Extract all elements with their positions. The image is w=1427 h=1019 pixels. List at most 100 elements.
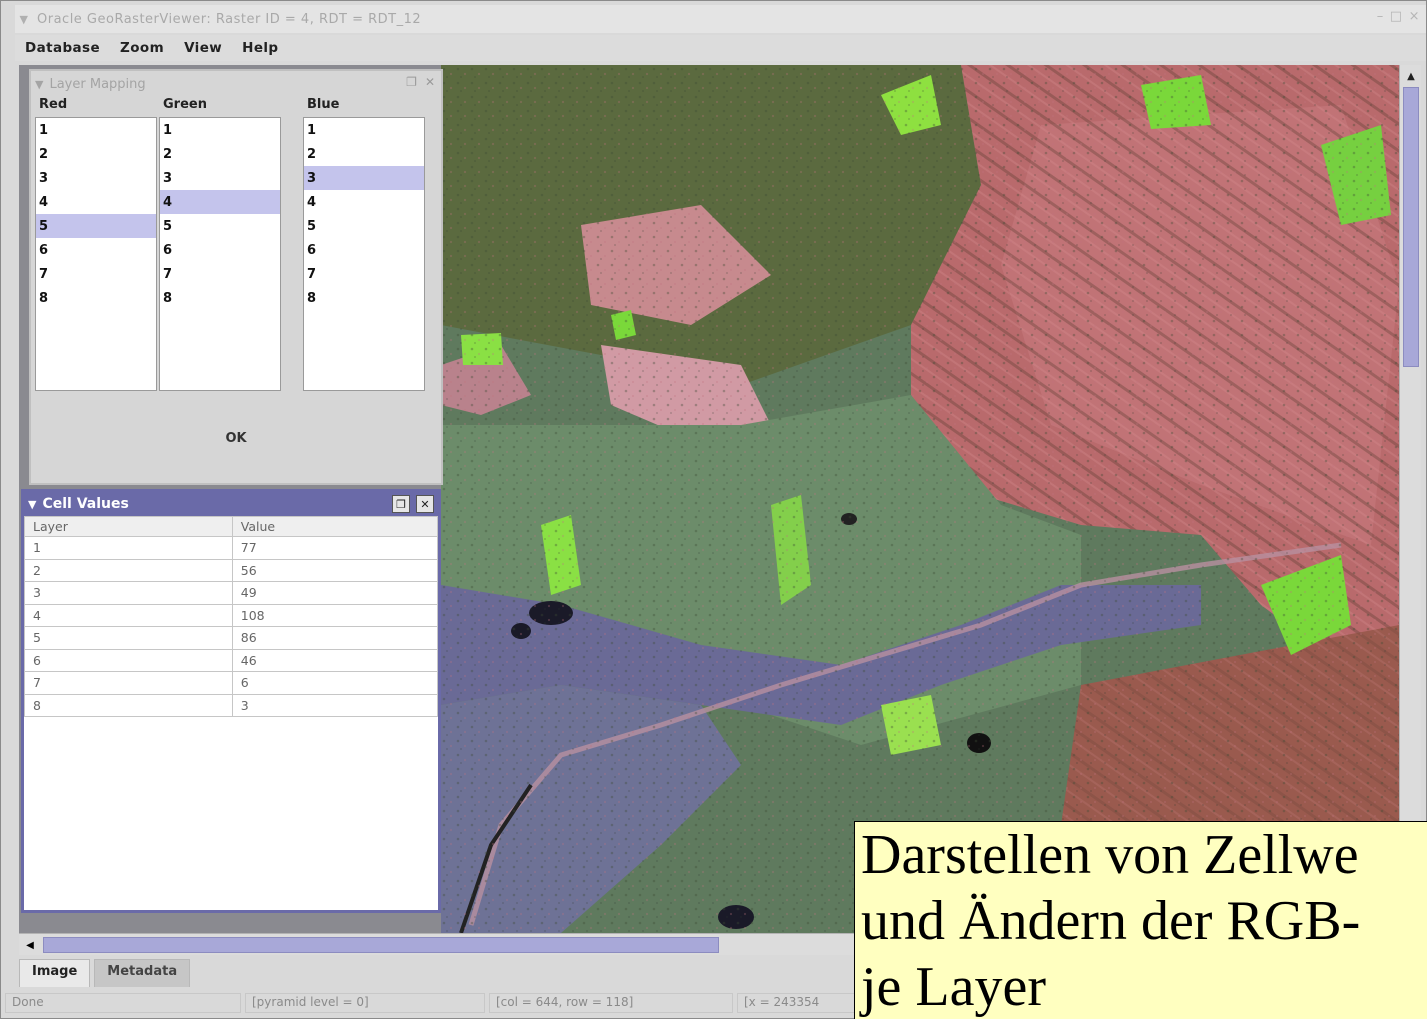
status-bar: Done [pyramid level = 0] [col = 644, row…: [5, 991, 855, 1015]
title-bar: ▼ Oracle GeoRasterViewer: Raster ID = 4,…: [15, 5, 1426, 33]
window-menu-chevron-icon[interactable]: ▼: [15, 10, 33, 28]
list-item[interactable]: 2: [160, 142, 280, 166]
horizontal-scroll-thumb[interactable]: [43, 937, 719, 953]
maximize-button[interactable]: □: [1390, 9, 1403, 24]
list-item[interactable]: 2: [36, 142, 156, 166]
cell-values-title: Cell Values: [42, 496, 129, 512]
red-header: Red: [39, 97, 68, 112]
list-item[interactable]: 2: [304, 142, 424, 166]
value-cell: 49: [231, 581, 439, 605]
tab-image[interactable]: Image: [19, 959, 91, 987]
list-item[interactable]: 4: [304, 190, 424, 214]
scroll-up-arrow-icon[interactable]: ▲: [1400, 65, 1422, 87]
green-band-list[interactable]: 12345678: [159, 117, 281, 391]
table-row: 5 86: [24, 626, 439, 650]
close-icon[interactable]: ✕: [416, 495, 434, 513]
satellite-raster-image[interactable]: [441, 65, 1399, 933]
value-cell: 6: [231, 671, 439, 695]
close-icon[interactable]: ✕: [425, 75, 435, 89]
blue-band-list[interactable]: 12345678: [303, 117, 425, 391]
layer-cell: 3: [24, 581, 233, 605]
menu-zoom[interactable]: Zoom: [110, 40, 174, 56]
table-row: 76: [24, 671, 439, 695]
pyramid-level-readout: [pyramid level = 0]: [245, 993, 485, 1013]
layer-mapping-frame-controls: ❐ ✕: [406, 75, 435, 89]
list-item[interactable]: 1: [36, 118, 156, 142]
vertical-scrollbar[interactable]: ▲: [1399, 65, 1421, 933]
status-text: Done: [5, 993, 241, 1013]
value-cell: 46: [231, 648, 439, 672]
layer-cell: 1: [24, 536, 233, 560]
value-cell: 56: [231, 558, 439, 582]
layer-mapping-title: Layer Mapping: [49, 76, 146, 92]
restore-icon[interactable]: ❐: [392, 495, 410, 513]
cell-values-title-bar[interactable]: ▼ Cell Values: [24, 492, 438, 516]
caption-line: Darstellen von Zellwe: [861, 824, 1359, 886]
list-item[interactable]: 8: [160, 286, 280, 310]
frame-menu-chevron-icon[interactable]: ▼: [35, 78, 43, 91]
menu-view[interactable]: View: [174, 40, 232, 56]
list-item[interactable]: 6: [160, 238, 280, 262]
window-title: Oracle GeoRasterViewer: Raster ID = 4, R…: [37, 11, 422, 27]
table-row: 3 49: [24, 581, 439, 605]
list-item[interactable]: 8: [304, 286, 424, 310]
green-header: Green: [163, 97, 207, 112]
list-item[interactable]: 7: [160, 262, 280, 286]
value-column-header[interactable]: Value: [231, 516, 439, 537]
red-band-list[interactable]: 12345678: [35, 117, 157, 391]
list-item[interactable]: 5: [36, 214, 156, 238]
table-row: 6 46: [24, 648, 439, 672]
list-item[interactable]: 1: [160, 118, 280, 142]
value-cell: 77: [231, 536, 439, 560]
list-item[interactable]: 3: [160, 166, 280, 190]
table-row: 1 77: [24, 536, 439, 560]
layer-column-header[interactable]: Layer: [24, 516, 233, 537]
layer-mapping-frame: ▼ Layer Mapping ❐ ✕ Red 12345678 Green 1…: [29, 69, 443, 485]
table-row: 83: [24, 693, 439, 717]
layer-cell: 5: [24, 626, 233, 650]
scroll-left-arrow-icon[interactable]: ◀: [21, 936, 39, 954]
list-item[interactable]: 8: [36, 286, 156, 310]
caption-line: und Ändern der RGB-: [861, 890, 1361, 952]
list-item[interactable]: 4: [160, 190, 280, 214]
close-button[interactable]: ×: [1409, 9, 1420, 24]
list-item[interactable]: 6: [36, 238, 156, 262]
minimize-button[interactable]: –: [1377, 9, 1384, 24]
list-item[interactable]: 1: [304, 118, 424, 142]
list-item[interactable]: 7: [36, 262, 156, 286]
vertical-scroll-thumb[interactable]: [1403, 87, 1419, 367]
list-item[interactable]: 6: [304, 238, 424, 262]
list-item[interactable]: 5: [160, 214, 280, 238]
blue-header: Blue: [307, 97, 340, 112]
cell-values-table-body: 1 77 2 56 3 49 4 108 5 86 6 46 7 6 8 3: [24, 536, 439, 717]
layer-cell: 2: [24, 558, 233, 582]
layer-mapping-title-bar[interactable]: ▼ Layer Mapping: [31, 71, 441, 97]
table-row: 2 56: [24, 558, 439, 582]
menu-bar: Database Zoom View Help: [15, 35, 1426, 61]
frame-menu-chevron-icon[interactable]: ▼: [28, 498, 36, 511]
layer-cell: 7: [24, 671, 233, 695]
col-row-readout: [col = 644, row = 118]: [489, 993, 733, 1013]
layer-cell: 6: [24, 648, 233, 672]
caption-line: je Layer: [861, 956, 1046, 1018]
horizontal-scrollbar[interactable]: ◀: [19, 933, 899, 955]
list-item[interactable]: 4: [36, 190, 156, 214]
tab-metadata[interactable]: Metadata: [94, 959, 191, 987]
menu-database[interactable]: Database: [15, 40, 110, 56]
menu-help[interactable]: Help: [232, 40, 288, 56]
table-header-row: Layer Value: [24, 516, 439, 537]
list-item[interactable]: 3: [304, 166, 424, 190]
list-item[interactable]: 7: [304, 262, 424, 286]
cell-values-frame-controls: ❐ ✕: [392, 495, 434, 513]
ok-button[interactable]: OK: [31, 393, 441, 483]
value-cell: 3: [231, 693, 439, 717]
table-row: 4 108: [24, 603, 439, 627]
blue-band-column: Blue 12345678: [303, 97, 427, 393]
list-item[interactable]: 5: [304, 214, 424, 238]
coordinate-readout: [x = 243354: [737, 993, 855, 1013]
view-tabs: Image Metadata: [19, 959, 191, 987]
green-band-column: Green 12345678: [159, 97, 283, 393]
list-item[interactable]: 3: [36, 166, 156, 190]
value-cell: 86: [231, 626, 439, 650]
restore-icon[interactable]: ❐: [406, 75, 417, 89]
